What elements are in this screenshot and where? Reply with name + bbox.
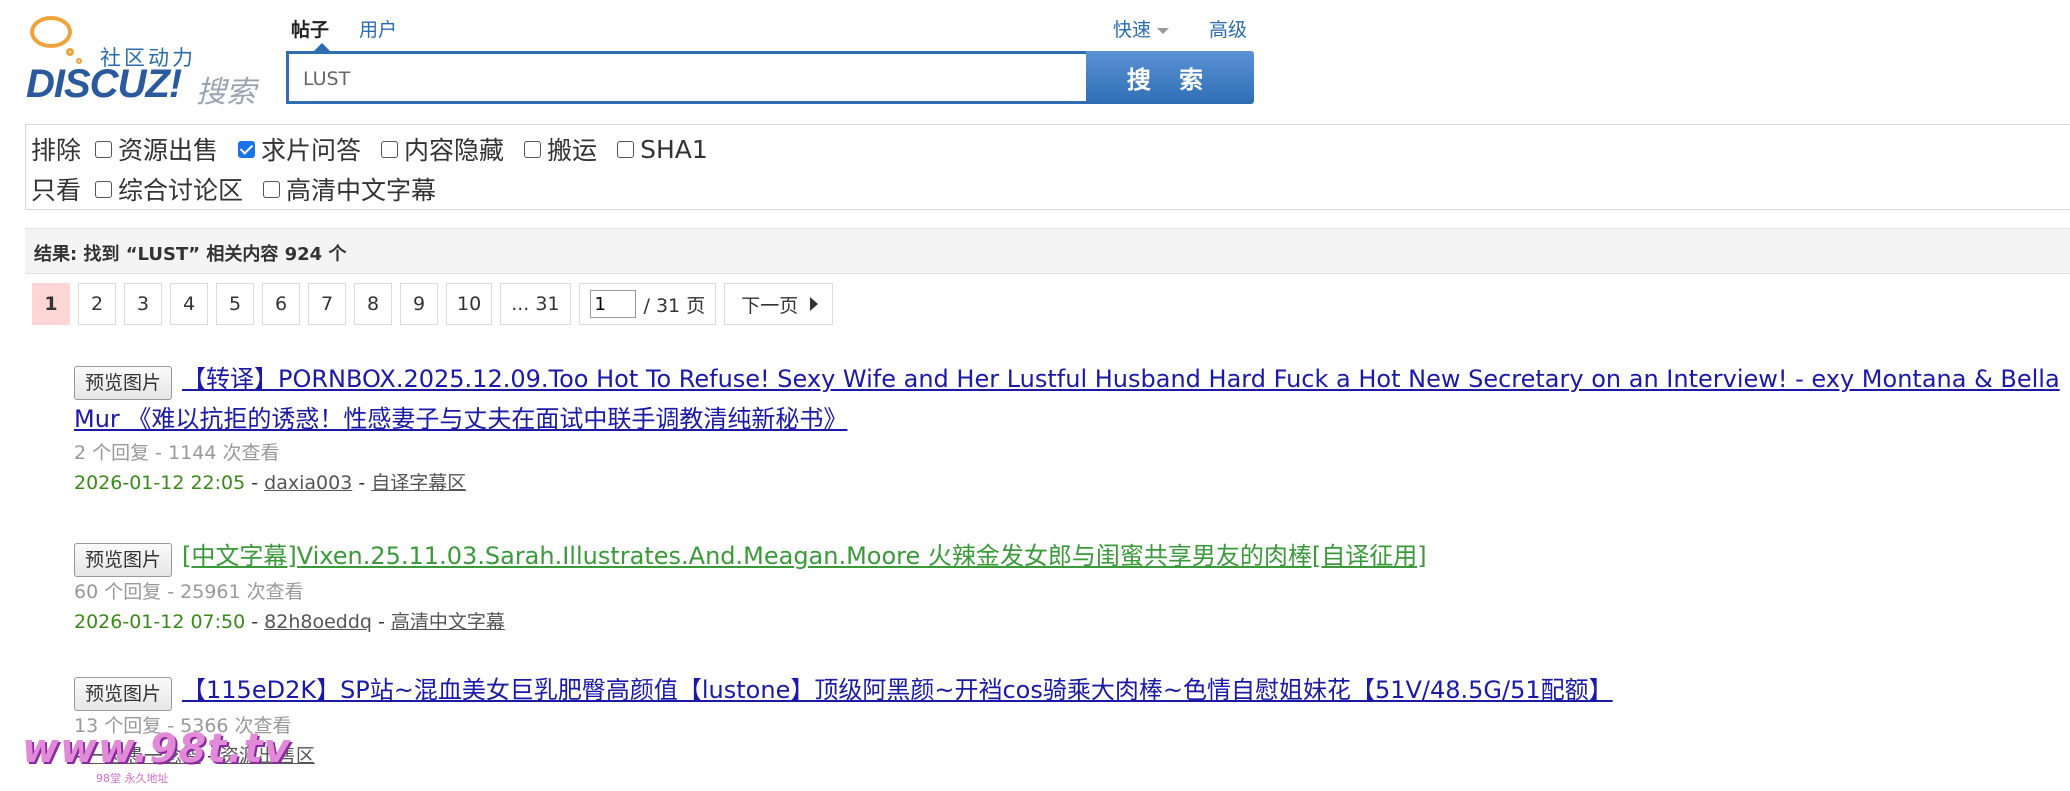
page-8[interactable]: 8 [354, 283, 392, 325]
filter-exclude-request-qa[interactable]: 求片问答 [238, 131, 361, 167]
logo-search-word: 搜索 [196, 75, 256, 110]
page-jump-input[interactable] [589, 290, 636, 318]
checkbox[interactable] [95, 180, 113, 198]
checkbox[interactable] [524, 140, 542, 158]
logo-wordmark: DISCUZ! [26, 62, 182, 106]
meta-separator: - [245, 471, 265, 494]
page-last[interactable]: ... 31 [500, 283, 571, 325]
result-meta: - 一念愚一念智 - 资源出售区 [74, 741, 2064, 771]
page-total: / 31 页 [643, 294, 706, 317]
result-forum-link[interactable]: 高清中文字幕 [391, 611, 505, 633]
filter-exclude-repost[interactable]: 搬运 [524, 131, 597, 167]
filter-row-exclude: 排除 资源出售 求片问答 内容隐藏 搬运 SHA1 [31, 131, 728, 167]
preview-image-button[interactable]: 预览图片 [74, 542, 173, 577]
meta-separator: - [245, 610, 265, 633]
result-stats: 2 个回复 - 1144 次查看 [74, 441, 280, 464]
option-label: 资源出售 [118, 136, 219, 165]
page-5[interactable]: 5 [216, 283, 254, 325]
page-jump: / 31 页 [578, 283, 717, 325]
caret-right-icon [810, 297, 819, 311]
result-item: 预览图片 [中文字幕]Vixen.25.11.03.Sarah.Illustrat… [74, 537, 2064, 637]
result-author-link[interactable]: 82h8oeddq [264, 611, 372, 633]
option-label: 搬运 [547, 136, 598, 165]
filter-exclude-resource-sale[interactable]: 资源出售 [95, 131, 218, 167]
page-3[interactable]: 3 [124, 283, 162, 325]
result-stats: 60 个回复 - 25961 次查看 [74, 580, 304, 603]
page-1[interactable]: 1 [32, 283, 70, 325]
search-box [286, 51, 1086, 104]
checkbox[interactable] [263, 180, 281, 198]
next-page-button[interactable]: 下一页 [724, 283, 834, 325]
page-7[interactable]: 7 [308, 283, 346, 325]
filter-exclude-label: 排除 [31, 136, 82, 165]
quick-search-dropdown[interactable]: 快速 [1113, 15, 1170, 42]
checkbox[interactable] [381, 140, 399, 158]
tab-posts[interactable]: 帖子 [291, 15, 329, 42]
result-forum-link[interactable]: 自译字幕区 [371, 472, 466, 494]
page-9[interactable]: 9 [400, 283, 438, 325]
option-label: 内容隐藏 [404, 136, 505, 165]
result-title-link[interactable]: [中文字幕]Vixen.25.11.03.Sarah.Illustrates.A… [182, 542, 1427, 570]
page-4[interactable]: 4 [170, 283, 208, 325]
result-stats: 13 个回复 - 5366 次查看 [74, 714, 292, 737]
result-title-link[interactable]: 【转译】PORNBOX.2025.12.09.Too Hot To Refuse… [74, 365, 2060, 433]
filter-only-hd-chinese-subs[interactable]: 高清中文字幕 [263, 171, 436, 207]
filter-only-label: 只看 [31, 176, 82, 205]
result-meta: 2026-01-12 22:05 - daxia003 - 自译字幕区 [74, 468, 2064, 498]
active-tab-indicator [314, 43, 330, 51]
filter-row-only: 只看 综合讨论区 高清中文字幕 [31, 173, 456, 205]
checkbox[interactable] [95, 140, 113, 158]
site-watermark: www.98t.tv [22, 726, 291, 772]
chevron-down-icon [1157, 27, 1170, 34]
preview-image-button[interactable]: 预览图片 [74, 365, 173, 400]
meta-separator: - [352, 471, 372, 494]
result-summary: 结果: 找到 “LUST” 相关内容 924 个 [34, 244, 347, 265]
meta-separator: - [371, 610, 391, 633]
option-label: 综合讨论区 [118, 176, 244, 205]
result-meta: 2026-01-12 07:50 - 82h8oeddq - 高清中文字幕 [74, 607, 2064, 637]
result-date: 2026-01-12 07:50 [74, 610, 246, 633]
checkbox[interactable] [617, 140, 635, 158]
option-label: 高清中文字幕 [286, 176, 437, 205]
result-item: 预览图片 【转译】PORNBOX.2025.12.09.Too Hot To Re… [74, 360, 2064, 498]
logo-bubble-icon [30, 16, 72, 48]
page-6[interactable]: 6 [262, 283, 300, 325]
result-date: 2026-01-12 22:05 [74, 471, 246, 494]
result-author-link[interactable]: daxia003 [264, 472, 352, 494]
search-button[interactable]: 搜 索 [1086, 51, 1254, 104]
page-10[interactable]: 10 [446, 283, 493, 325]
advanced-search-link[interactable]: 高级 [1209, 15, 1247, 42]
discuz-logo[interactable]: 社区动力 DISCUZ! 搜索 [26, 14, 256, 110]
checkbox-checked[interactable] [238, 140, 256, 158]
filter-panel: 排除 资源出售 求片问答 内容隐藏 搬运 SHA1 只看 综合讨论区 高清中文字… [25, 124, 2070, 210]
result-title-link[interactable]: 【115eD2K】SP站~混血美女巨乳肥臀高颜值【lustone】顶级阿黑颜~开… [182, 676, 1613, 704]
quick-label: 快速 [1113, 19, 1152, 41]
filter-exclude-hidden-content[interactable]: 内容隐藏 [381, 131, 504, 167]
page-2[interactable]: 2 [78, 283, 116, 325]
search-input[interactable] [301, 54, 1075, 103]
preview-image-button[interactable]: 预览图片 [74, 676, 173, 711]
option-label: SHA1 [640, 134, 708, 164]
result-item: 预览图片 【115eD2K】SP站~混血美女巨乳肥臀高颜值【lustone】顶级阿… [74, 671, 2064, 771]
next-page-label: 下一页 [741, 294, 799, 317]
option-label: 求片问答 [261, 136, 362, 165]
filter-exclude-sha1[interactable]: SHA1 [617, 135, 708, 164]
pagination: 1 2 3 4 5 6 7 8 9 10 ... 31 / 31 页 下一页 [32, 283, 834, 327]
result-summary-bar: 结果: 找到 “LUST” 相关内容 924 个 [25, 228, 2070, 274]
filter-only-general-discussion[interactable]: 综合讨论区 [95, 171, 243, 207]
site-watermark-sub: 98堂 永久地址 [96, 772, 169, 785]
logo-bubble-tail-icon [66, 48, 74, 56]
tab-users[interactable]: 用户 [359, 15, 397, 42]
